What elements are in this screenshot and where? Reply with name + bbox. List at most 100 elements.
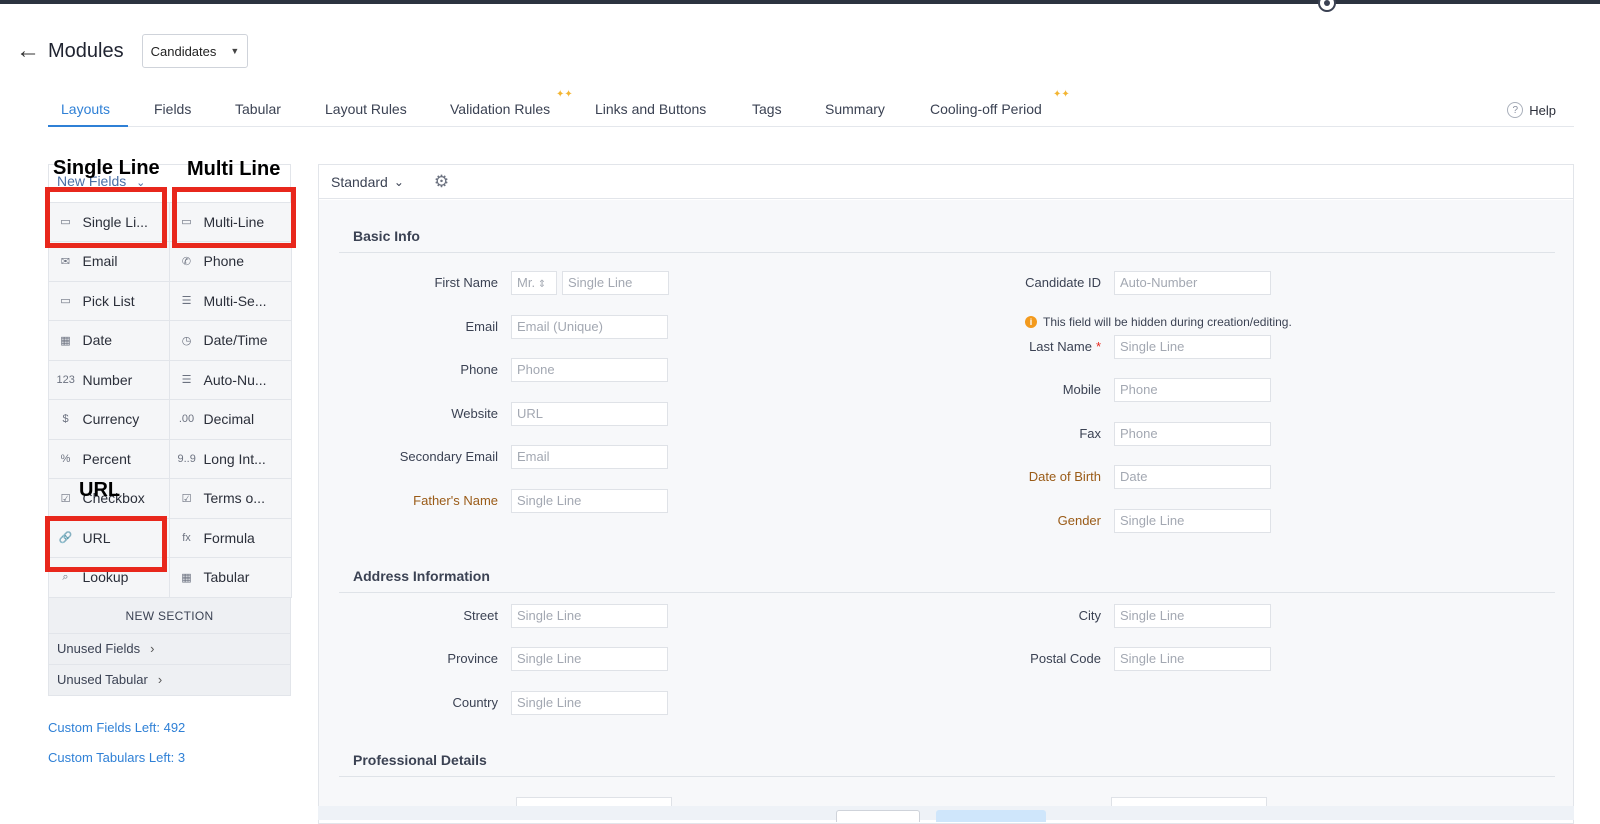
field-input[interactable]: Single Line: [1114, 604, 1271, 628]
field-type-pick-list[interactable]: ▭ Pick List: [47, 280, 170, 321]
field-input[interactable]: Single Line: [562, 271, 669, 295]
page-title: Modules: [48, 39, 124, 62]
unused-fields-link[interactable]: Unused Fields ›: [48, 634, 291, 665]
module-select-value: Candidates: [150, 43, 217, 59]
tab-tabular[interactable]: Tabular: [235, 101, 281, 117]
section-divider: [339, 592, 1555, 593]
info-icon: i: [1025, 316, 1037, 328]
field-type-terms[interactable]: ☑ Terms o...: [168, 478, 292, 519]
field-type-currency[interactable]: $ Currency: [47, 399, 170, 440]
field-label-text: Date of Birth: [1028, 469, 1101, 484]
field-type-date[interactable]: ▦ Date: [47, 320, 170, 361]
field-input[interactable]: Single Line: [1114, 647, 1271, 671]
field-input[interactable]: Date: [1114, 465, 1271, 489]
annotation-box-url: [45, 516, 167, 572]
custom-fields-left: Custom Fields Left: 492: [48, 720, 186, 735]
field-label: Country: [452, 695, 498, 710]
canvas-toolbar: Standard ⌄ ⚙: [319, 165, 1573, 199]
terms-icon: ☑: [181, 492, 192, 505]
field-label: City: [1079, 608, 1101, 623]
field-type-auto-number[interactable]: ☰ Auto-Nu...: [168, 359, 292, 400]
field-label-text: Email: [465, 319, 498, 334]
tab-cooling-off-period[interactable]: Cooling-off Period: [930, 101, 1042, 117]
tab-summary[interactable]: Summary: [825, 101, 885, 117]
cancel-button[interactable]: [836, 810, 920, 822]
field-input[interactable]: Email (Unique): [511, 315, 668, 339]
arrow-left-icon[interactable]: ←: [16, 39, 48, 63]
tab-layout-rules[interactable]: Layout Rules: [325, 101, 407, 117]
field-label: First Name: [434, 275, 498, 290]
field-label-text: Mobile: [1062, 382, 1101, 397]
annotation-box-single-line: [45, 187, 167, 248]
sparkle-icon: ✦✦: [1053, 89, 1070, 100]
email-icon: ✉: [60, 255, 71, 268]
tab-layouts[interactable]: Layouts: [61, 101, 110, 117]
date-icon: ▦: [60, 334, 71, 347]
field-input[interactable]: Single Line: [511, 647, 668, 671]
top-bar: [0, 0, 1600, 4]
field-label: Last Name *: [1029, 339, 1101, 354]
field-input[interactable]: Auto-Number: [1114, 271, 1271, 295]
annotation-box-multi-line: [172, 187, 296, 248]
field-input[interactable]: Single Line: [1114, 335, 1271, 359]
checkbox-icon: ☑: [60, 492, 71, 505]
auto-number-icon: ☰: [181, 374, 192, 387]
chevron-down-icon[interactable]: ⌄: [394, 175, 404, 189]
field-label-text: Street: [463, 608, 498, 623]
field-input[interactable]: URL: [511, 402, 668, 426]
custom-tabulars-left: Custom Tabulars Left: 3: [48, 750, 186, 765]
field-type-long-integer[interactable]: 9..9 Long Int...: [168, 438, 292, 479]
gear-icon[interactable]: ⚙: [434, 172, 449, 192]
field-type-label: Decimal: [203, 411, 255, 428]
field-type-label: Phone: [203, 253, 244, 270]
user-avatar-icon[interactable]: [1318, 0, 1336, 12]
new-section-button[interactable]: NEW SECTION: [48, 597, 291, 634]
section-divider: [339, 776, 1555, 777]
field-input[interactable]: Single Line: [1114, 509, 1271, 533]
field-input[interactable]: Email: [511, 445, 668, 469]
field-input[interactable]: Single Line: [511, 604, 668, 628]
field-label: Postal Code: [1030, 651, 1101, 666]
field-type-label: Formula: [203, 529, 255, 546]
tab-links-and-buttons[interactable]: Links and Buttons: [595, 101, 706, 117]
field-type-decimal[interactable]: .00 Decimal: [168, 399, 292, 440]
field-label: Candidate ID: [1025, 275, 1101, 290]
field-input[interactable]: Phone: [1114, 422, 1271, 446]
page-header: ← Modules Candidates ▼: [16, 34, 249, 68]
field-type-percent[interactable]: % Percent: [47, 438, 170, 479]
salutation-select[interactable]: Mr. ⇕: [511, 271, 557, 295]
unused-tabular-link[interactable]: Unused Tabular ›: [48, 665, 291, 696]
field-type-formula[interactable]: fx Formula: [168, 517, 292, 558]
field-type-label: Auto-Nu...: [203, 371, 267, 388]
field-type-tabular[interactable]: ▦ Tabular: [168, 557, 292, 598]
chevron-right-icon: ›: [150, 641, 155, 656]
formula-icon: fx: [182, 531, 191, 544]
field-label: Email: [465, 319, 498, 334]
unused-fields-label: Unused Fields: [57, 641, 141, 656]
field-type-label: Email: [82, 253, 118, 270]
help-link[interactable]: ? Help: [1507, 102, 1556, 118]
field-input[interactable]: Single Line: [511, 691, 668, 715]
tabular-icon: ▦: [181, 571, 192, 584]
module-select[interactable]: Candidates ▼: [141, 34, 249, 68]
field-type-label: Multi-Se...: [203, 292, 267, 309]
field-input[interactable]: Phone: [1114, 378, 1271, 402]
annotation-label-multi-line: Multi Line: [187, 158, 281, 180]
help-icon: ?: [1507, 102, 1524, 118]
tab-tags[interactable]: Tags: [752, 101, 782, 117]
salutation-value: Mr.: [517, 275, 536, 290]
field-type-number[interactable]: 123 Number: [47, 359, 170, 400]
field-label-text: Province: [447, 651, 498, 666]
hidden-field-note-text: This field will be hidden during creatio…: [1043, 315, 1292, 329]
field-label-text: Country: [452, 695, 498, 710]
tab-fields[interactable]: Fields: [154, 101, 191, 117]
save-button[interactable]: [936, 810, 1046, 822]
field-input[interactable]: Phone: [511, 358, 668, 382]
tab-validation-rules[interactable]: Validation Rules: [450, 101, 550, 117]
field-input[interactable]: Single Line: [511, 489, 668, 513]
field-type-multi-select[interactable]: ☰ Multi-Se...: [168, 280, 292, 321]
layout-name[interactable]: Standard: [331, 174, 388, 190]
currency-icon: $: [62, 413, 69, 426]
field-type-date-time[interactable]: ◷ Date/Time: [168, 320, 292, 361]
field-type-label: Number: [82, 371, 133, 388]
